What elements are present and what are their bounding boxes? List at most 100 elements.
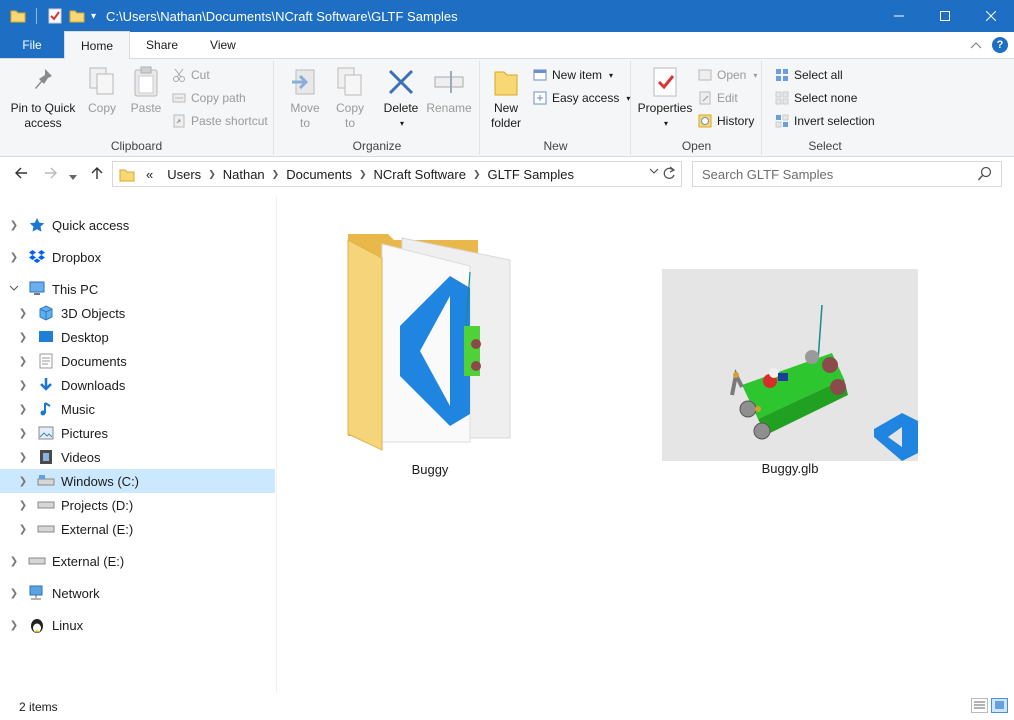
breadcrumb-gltf-samples[interactable]: GLTF Samples: [481, 167, 581, 182]
chevron-right-icon[interactable]: ❯: [9, 588, 19, 599]
chevron-right-icon[interactable]: ❯: [18, 332, 28, 343]
invert-selection-icon: [775, 114, 789, 128]
chevron-right-icon[interactable]: ❯: [9, 556, 19, 567]
new-item-button[interactable]: New item ▾: [533, 65, 613, 85]
nav-item-downloads[interactable]: ❯ Downloads: [0, 373, 275, 397]
nav-item-dropbox[interactable]: ❯ Dropbox: [0, 245, 275, 269]
drive-icon: [37, 521, 55, 537]
select-none-button[interactable]: Select none: [775, 88, 857, 108]
paste-button[interactable]: Paste: [128, 65, 164, 116]
move-to-button[interactable]: Move to: [285, 65, 325, 131]
breadcrumb-separator-icon[interactable]: ❯: [359, 169, 367, 180]
chevron-right-icon[interactable]: ❯: [18, 308, 28, 319]
chevron-right-icon[interactable]: ❯: [18, 500, 28, 511]
chevron-right-icon[interactable]: ❯: [18, 452, 28, 463]
new-folder-icon[interactable]: [69, 8, 85, 24]
history-button[interactable]: History: [698, 111, 754, 131]
breadcrumb-documents[interactable]: Documents: [279, 167, 359, 182]
close-button[interactable]: [968, 0, 1014, 32]
open-button[interactable]: Open ▾: [698, 65, 757, 85]
tab-view[interactable]: View: [194, 31, 252, 58]
paste-shortcut-button[interactable]: Paste shortcut: [172, 111, 268, 131]
tab-home[interactable]: Home: [64, 31, 131, 59]
chevron-right-icon[interactable]: ❯: [18, 404, 28, 415]
breadcrumb-ncraft-software[interactable]: NCraft Software: [367, 167, 473, 182]
tab-file[interactable]: File: [0, 31, 64, 58]
delete-button[interactable]: Delete ▾: [379, 65, 423, 131]
nav-item-desktop[interactable]: ❯ Desktop: [0, 325, 275, 349]
details-view-icon[interactable]: [971, 698, 988, 713]
new-folder-label-1: New: [493, 101, 518, 115]
dropbox-icon: [28, 249, 46, 265]
glb-thumbnail-icon: [662, 269, 918, 461]
chevron-right-icon[interactable]: ❯: [18, 356, 28, 367]
address-dropdown-icon[interactable]: [649, 167, 659, 178]
back-arrow-icon[interactable]: [14, 166, 28, 184]
nav-item-music[interactable]: ❯ Music: [0, 397, 275, 421]
select-all-button[interactable]: Select all: [775, 65, 843, 85]
nav-item-3d-objects[interactable]: ❯ 3D Objects: [0, 301, 275, 325]
folder-item-buggy[interactable]: Buggy: [342, 226, 518, 486]
properties-button[interactable]: Properties ▾: [636, 65, 694, 131]
chevron-right-icon[interactable]: ❯: [9, 220, 19, 231]
chevron-right-icon[interactable]: ❯: [18, 524, 28, 535]
up-arrow-icon[interactable]: [90, 166, 104, 184]
nav-item-quick-access[interactable]: ❯ Quick access: [0, 213, 275, 237]
chevron-right-icon[interactable]: ❯: [18, 428, 28, 439]
nav-item-external-e[interactable]: ❯ External (E:): [0, 549, 275, 573]
nav-item-external-e-sub[interactable]: ❯ External (E:): [0, 517, 275, 541]
computer-icon: [28, 281, 46, 297]
chevron-down-icon[interactable]: [9, 284, 19, 295]
nav-item-this-pc[interactable]: This PC: [0, 277, 275, 301]
pin-to-quick-access-button[interactable]: Pin to Quick access: [8, 65, 78, 131]
copy-button[interactable]: Copy: [84, 65, 120, 116]
nav-item-projects-d[interactable]: ❯ Projects (D:): [0, 493, 275, 517]
open-group-label: Open: [681, 139, 712, 153]
chevron-right-icon[interactable]: ❯: [9, 620, 19, 631]
star-icon: [28, 217, 46, 233]
new-folder-button[interactable]: New folder: [487, 65, 525, 131]
refresh-icon[interactable]: [661, 165, 677, 186]
file-item-buggy-glb[interactable]: Buggy.glb: [662, 269, 918, 489]
collapse-ribbon-icon[interactable]: [970, 38, 982, 52]
nav-item-documents[interactable]: ❯ Documents: [0, 349, 275, 373]
desktop-icon: [37, 329, 55, 345]
nav-item-network[interactable]: ❯ Network: [0, 581, 275, 605]
breadcrumb-nathan[interactable]: Nathan: [216, 167, 272, 182]
chevron-right-icon[interactable]: ❯: [18, 476, 28, 487]
search-icon[interactable]: [977, 166, 993, 185]
nav-item-videos[interactable]: ❯ Videos: [0, 445, 275, 469]
large-icons-view-icon[interactable]: [991, 698, 1008, 713]
copy-to-button[interactable]: Copy to: [330, 65, 370, 131]
breadcrumb-separator-icon[interactable]: ❯: [272, 169, 280, 180]
open-group: Properties ▾ Open ▾ Edit History Open: [632, 61, 762, 155]
nav-item-linux[interactable]: ❯ Linux: [0, 613, 275, 637]
customize-quick-access-icon[interactable]: ▾: [91, 11, 96, 22]
chevron-right-icon[interactable]: ❯: [9, 252, 19, 263]
easy-access-button[interactable]: Easy access ▾: [533, 88, 630, 108]
recent-locations-icon[interactable]: [69, 168, 77, 185]
copy-path-button[interactable]: Copy path: [172, 88, 246, 108]
minimize-button[interactable]: [876, 0, 922, 32]
edit-button[interactable]: Edit: [698, 88, 738, 108]
chevron-right-icon[interactable]: ❯: [18, 380, 28, 391]
nav-item-windows-c[interactable]: ❯ Windows (C:): [0, 469, 275, 493]
breadcrumb-separator-icon[interactable]: ❯: [473, 169, 481, 180]
search-input[interactable]: Search GLTF Samples: [702, 167, 833, 182]
breadcrumb-separator-icon[interactable]: ❯: [208, 169, 216, 180]
breadcrumb-overflow[interactable]: «: [139, 167, 160, 182]
search-box[interactable]: Search GLTF Samples: [692, 161, 1002, 187]
help-icon[interactable]: ?: [992, 37, 1008, 53]
nav-item-pictures[interactable]: ❯ Pictures: [0, 421, 275, 445]
cut-button[interactable]: Cut: [172, 65, 210, 85]
rename-button[interactable]: Rename: [425, 65, 473, 116]
invert-selection-button[interactable]: Invert selection: [775, 111, 875, 131]
breadcrumb-users[interactable]: Users: [160, 167, 208, 182]
tab-share[interactable]: Share: [130, 31, 194, 58]
file-name: Buggy.glb: [761, 461, 819, 476]
pin-icon: [27, 65, 59, 99]
maximize-button[interactable]: [922, 0, 968, 32]
properties-icon[interactable]: [47, 8, 63, 24]
address-bar[interactable]: « Users ❯ Nathan ❯ Documents ❯ NCraft So…: [112, 161, 682, 187]
forward-arrow-icon[interactable]: [44, 166, 58, 184]
